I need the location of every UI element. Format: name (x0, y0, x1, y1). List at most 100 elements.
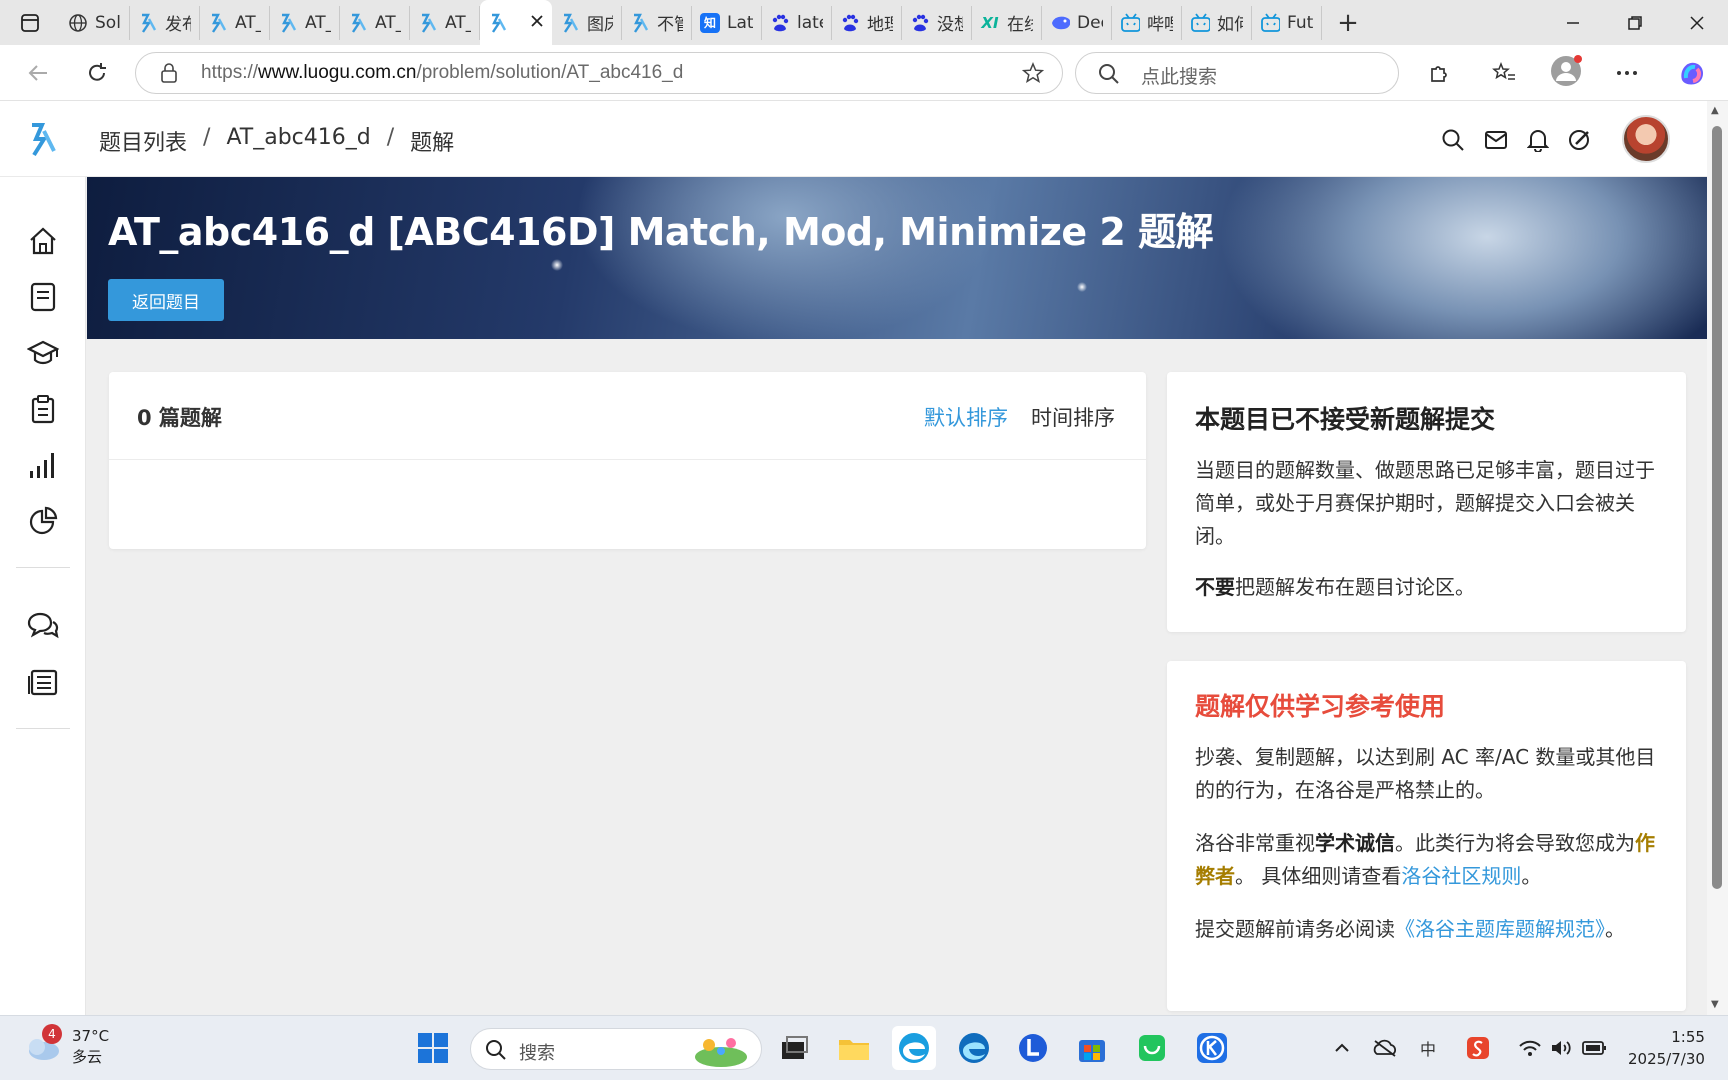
browser-tab[interactable]: AT_ (410, 5, 480, 40)
tab-label: 没想 (937, 15, 963, 35)
store-icon[interactable] (1070, 1026, 1114, 1070)
back-arrow-icon[interactable] (18, 53, 58, 93)
favorite-star-icon[interactable] (1021, 62, 1045, 88)
browser-tab[interactable]: XI 在线 (972, 5, 1042, 40)
edge-browser-icon[interactable] (892, 1026, 936, 1070)
breadcrumb-problem-list[interactable]: 题目列表 (99, 125, 187, 157)
minimize-icon[interactable] (1542, 0, 1604, 45)
lark-app-icon[interactable] (1011, 1026, 1055, 1070)
browser-tab[interactable]: 知 Late (692, 5, 762, 40)
community-rules-link[interactable]: 洛谷社区规则 (1401, 864, 1521, 888)
back-to-problem-button[interactable]: 返回题目 (108, 279, 224, 321)
clipboard-icon[interactable] (25, 391, 61, 427)
warning-paragraph-1: 抄袭、复制题解，以达到刷 AC 率/AC 数量或其他目的的行为，在洛谷是严格禁止… (1195, 745, 1656, 802)
file-explorer-icon[interactable] (832, 1026, 876, 1070)
user-avatar[interactable] (1622, 115, 1670, 163)
warning-paragraph-3: 提交题解前请务必阅读《洛谷主题库题解规范》。 (1195, 917, 1625, 941)
scroll-down-arrow-icon[interactable]: ▼ (1711, 999, 1719, 1010)
edit-note-icon[interactable] (1565, 125, 1595, 155)
red-s-app-icon[interactable] (1466, 1036, 1490, 1060)
sort-default-link[interactable]: 默认排序 (924, 402, 1008, 432)
favorites-icon[interactable] (1484, 53, 1524, 93)
weather-badge: 4 (42, 1024, 62, 1044)
bell-icon[interactable] (1523, 125, 1553, 155)
close-window-icon[interactable] (1666, 0, 1728, 45)
breadcrumb-solutions[interactable]: 题解 (410, 125, 454, 157)
refresh-icon[interactable] (77, 53, 117, 93)
browser-tab[interactable]: 不管 (622, 5, 692, 40)
close-tab-icon[interactable] (530, 13, 544, 33)
more-options-icon[interactable] (1607, 53, 1647, 93)
scroll-up-arrow-icon[interactable]: ▲ (1711, 105, 1719, 116)
k-app-icon[interactable] (1190, 1026, 1234, 1070)
browser-tab[interactable]: AT_ (340, 5, 410, 40)
graduation-cap-icon[interactable] (25, 335, 61, 371)
breadcrumb-separator: / (386, 125, 395, 150)
windows-taskbar: 4 37°C 多云 搜索 中 1:55 2025/7/30 (0, 1015, 1728, 1080)
discussion-icon[interactable] (25, 608, 61, 644)
browser-tab[interactable]: 地理 (832, 5, 902, 40)
news-icon[interactable] (25, 664, 61, 700)
ranking-bars-icon[interactable] (25, 447, 61, 483)
mail-icon[interactable] (1481, 125, 1511, 155)
system-clock[interactable]: 1:55 2025/7/30 (1628, 1026, 1705, 1070)
tab-actions-icon[interactable] (0, 0, 60, 45)
green-app-icon[interactable] (1130, 1026, 1174, 1070)
browser-tab[interactable]: 没想 (902, 5, 972, 40)
academic-integrity-card: 题解仅供学习参考使用 抄袭、复制题解，以达到刷 AC 率/AC 数量或其他目的的… (1167, 661, 1686, 1011)
address-bar[interactable]: https://www.luogu.com.cn/problem/solutio… (135, 52, 1063, 94)
weather-widget[interactable]: 4 37°C 多云 (22, 1024, 109, 1068)
browser-tab[interactable]: 哔哩 (1112, 5, 1182, 40)
ime-indicator[interactable]: 中 (1416, 1036, 1440, 1060)
breadcrumb-problem-id[interactable]: AT_abc416_d (226, 125, 370, 157)
problem-list-icon[interactable] (25, 279, 61, 315)
profile-avatar-icon[interactable] (1546, 51, 1586, 91)
wifi-icon[interactable] (1518, 1036, 1542, 1060)
home-icon[interactable] (25, 223, 61, 259)
solution-guidelines-link[interactable]: 《洛谷主题库题解规范》 (1395, 917, 1605, 941)
search-icon[interactable] (1438, 125, 1468, 155)
volume-icon[interactable] (1550, 1036, 1574, 1060)
scroll-thumb[interactable] (1712, 126, 1722, 889)
pie-chart-icon[interactable] (25, 503, 61, 539)
restore-icon[interactable] (1604, 0, 1666, 45)
sidebar-divider (16, 728, 70, 729)
browser-tab[interactable]: Dee (1042, 5, 1112, 40)
tab-label: late (797, 12, 823, 33)
windows-start-icon[interactable] (411, 1026, 455, 1070)
lock-icon[interactable] (160, 63, 178, 87)
browser-tab[interactable]: AT_ (200, 5, 270, 40)
browser-tab[interactable]: AT_ (270, 5, 340, 40)
task-view-icon[interactable] (772, 1026, 816, 1070)
tab-active[interactable] (480, 0, 552, 45)
browser-tab[interactable]: Solu (60, 5, 130, 40)
browser-tab[interactable]: late (762, 5, 832, 40)
luogu-logo-icon[interactable] (28, 121, 58, 161)
browser-tab[interactable]: 发布 (130, 5, 200, 40)
browser-search-box[interactable]: 点此搜索 (1075, 52, 1399, 94)
onedrive-icon[interactable] (1372, 1036, 1396, 1060)
chevron-up-icon[interactable] (1330, 1036, 1354, 1060)
browser-tab[interactable]: 如何 (1182, 5, 1252, 40)
edge-ai-icon[interactable] (952, 1026, 996, 1070)
taskbar-search[interactable]: 搜索 (470, 1028, 762, 1070)
tab-list: Solu 发布 AT_ AT_ AT_ AT_ 图床 不管知 Late late 地理 没想 XI 在线 D… (60, 0, 1322, 45)
extensions-icon[interactable] (1419, 53, 1459, 93)
tab-label: 图床 (587, 15, 613, 35)
problem-banner: AT_abc416_d [ABC416D] Match, Mod, Minimi… (87, 177, 1707, 339)
luogu-icon (560, 13, 580, 33)
search-placeholder: 点此搜索 (1141, 66, 1218, 88)
deepseek-icon (1050, 13, 1070, 33)
bilibili-icon (1260, 12, 1280, 33)
browser-tab[interactable]: 图床 (552, 5, 622, 40)
tab-label: AT_ (445, 12, 471, 33)
sort-time-link[interactable]: 时间排序 (1031, 402, 1115, 432)
page-scrollbar[interactable]: ▲ ▼ (1707, 101, 1728, 1015)
battery-icon[interactable] (1582, 1036, 1606, 1060)
luogu-icon (348, 13, 368, 33)
copilot-icon[interactable] (1672, 53, 1712, 93)
browser-toolbar: https://www.luogu.com.cn/problem/solutio… (0, 45, 1728, 101)
new-tab-button[interactable]: + (1328, 3, 1368, 43)
browser-tab[interactable]: Futu (1252, 5, 1322, 40)
bilibili-icon (1120, 12, 1140, 33)
